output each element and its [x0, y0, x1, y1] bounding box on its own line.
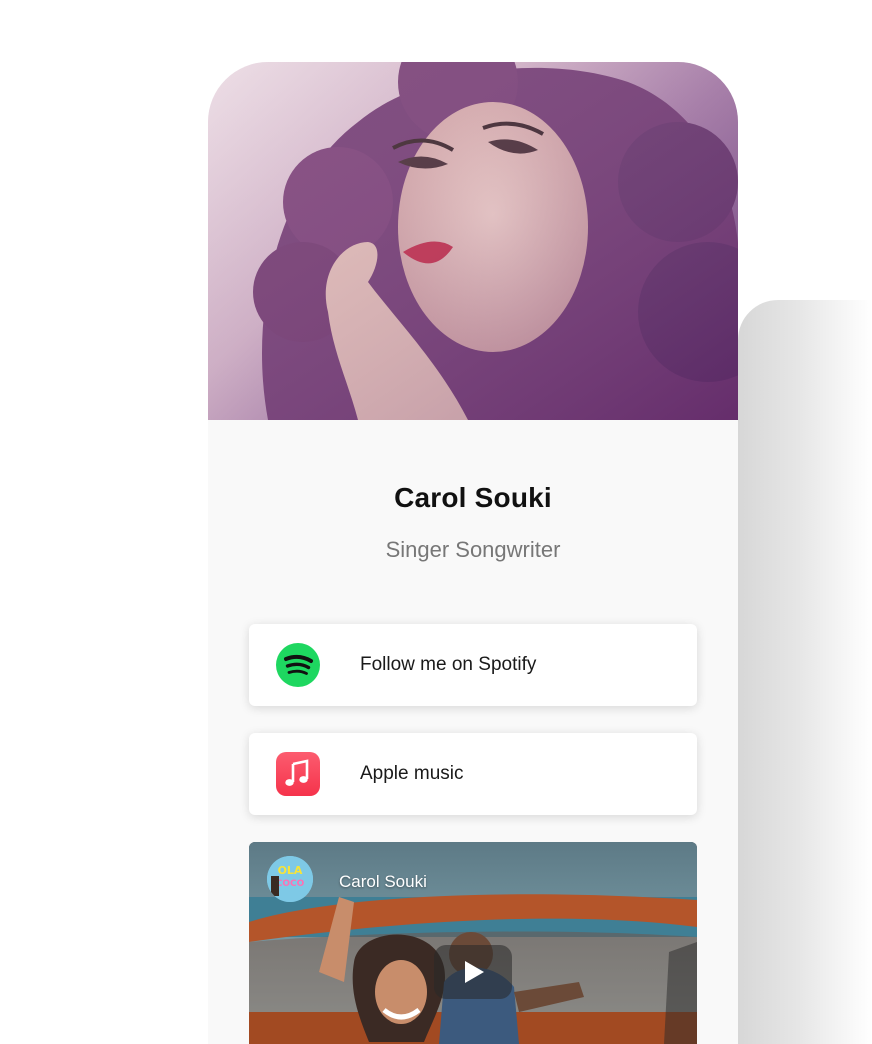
channel-avatar-text: OLA: [278, 864, 303, 877]
apple-music-link-label: Apple music: [360, 763, 464, 784]
svg-text:COCO: COCO: [276, 879, 305, 889]
video-thumbnail: [249, 842, 697, 1044]
video-channel-name[interactable]: Carol Souki: [339, 872, 427, 892]
profile-card: Carol Souki Singer Songwriter Follow me …: [208, 62, 738, 1044]
spotify-link-label: Follow me on Spotify: [360, 654, 537, 675]
apple-music-link-button[interactable]: Apple music: [249, 733, 697, 815]
play-icon: [465, 961, 484, 983]
profile-name: Carol Souki: [394, 482, 552, 513]
embedded-video-player[interactable]: OLA COCO Carol Souki: [249, 842, 697, 1044]
apple-music-icon: [276, 752, 320, 796]
spotify-link-button[interactable]: Follow me on Spotify: [249, 624, 697, 706]
channel-avatar[interactable]: OLA COCO: [267, 856, 313, 902]
profile-subtitle: Singer Songwriter: [385, 537, 561, 562]
page-shadow: [738, 300, 872, 1044]
profile-hero-photo: [208, 62, 738, 420]
play-button[interactable]: [434, 945, 512, 999]
spotify-icon: [276, 643, 320, 687]
